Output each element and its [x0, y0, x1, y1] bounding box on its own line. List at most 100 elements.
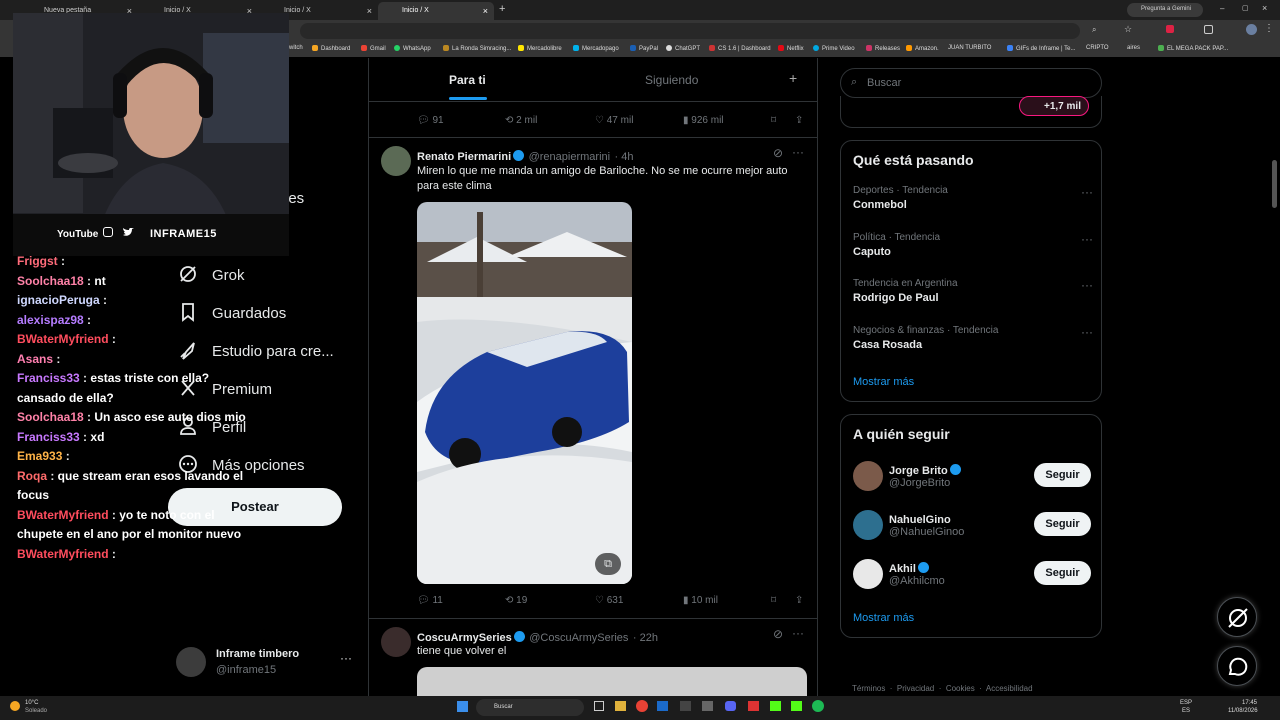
bookmark-item[interactable]: Prime Video [813, 45, 855, 52]
bookmark-item[interactable]: aires [1127, 45, 1140, 51]
grok-icon[interactable]: ⊘ [773, 627, 783, 641]
more-icon[interactable]: ··· [792, 626, 804, 640]
messages-fab[interactable] [1217, 646, 1257, 686]
spotify-icon[interactable] [812, 700, 824, 712]
bookmark-item[interactable]: EL MEGA PACK PAP... [1158, 45, 1228, 52]
zoom-icon[interactable]: ⌕ [1092, 25, 1096, 35]
trend-item[interactable]: Deportes · Tendencia Conmebol ··· [853, 185, 1093, 211]
follow-suggestion[interactable]: Akhil @Akhilcmo Seguir [841, 557, 1103, 597]
footer-link[interactable]: Accesibilidad [986, 684, 1033, 693]
chrome-icon[interactable] [636, 700, 648, 712]
repost-button[interactable]: ⟲ 19 [505, 595, 527, 606]
chat-username[interactable]: Soolchaa18 [17, 274, 84, 288]
grok-icon[interactable]: ⊘ [773, 146, 783, 160]
image-edit-icon[interactable]: ⧉ [595, 553, 621, 575]
app-icon[interactable] [702, 701, 713, 711]
minimize-icon[interactable]: – [1220, 4, 1224, 13]
post-renato[interactable]: Renato Piermarini @renapiermarini · 4h ⊘… [369, 138, 817, 618]
trend-item[interactable]: Política · Tendencia Caputo ··· [853, 232, 1093, 258]
bookmark-item[interactable]: Amazon. [906, 45, 939, 52]
more-icon[interactable]: ··· [1081, 185, 1093, 199]
extensions-icon[interactable] [1204, 25, 1213, 34]
post-image[interactable] [417, 667, 807, 696]
footer-link[interactable]: Cookies [946, 684, 975, 693]
weather-text[interactable]: Soleado [25, 708, 47, 714]
steam-icon[interactable] [657, 701, 668, 711]
post-coscu[interactable]: CoscuArmySeries @CoscuArmySeries · 22h ⊘… [369, 619, 817, 696]
bookmark-item[interactable]: witch [289, 45, 303, 51]
bookmark-item[interactable]: Mercadopago [573, 45, 619, 52]
discord-icon[interactable] [725, 701, 736, 711]
chat-username[interactable]: BWaterMyfriend [17, 547, 109, 561]
repost-button[interactable]: ⟲ 2 mil [505, 115, 537, 126]
chat-username[interactable]: Ema933 [17, 449, 62, 463]
follow-button[interactable]: Seguir [1034, 463, 1091, 487]
scrollbar-thumb[interactable] [1272, 160, 1277, 208]
search-box[interactable]: ⌕ Buscar [840, 68, 1102, 98]
notification-pill[interactable]: +1,7 mil [1019, 96, 1089, 116]
chat-username[interactable]: Franciss33 [17, 430, 80, 444]
lang-indicator[interactable]: ESP [1180, 700, 1192, 706]
more-icon[interactable]: ··· [792, 145, 804, 159]
more-icon[interactable]: ··· [1081, 278, 1093, 292]
footer-link[interactable]: Privacidad [897, 684, 934, 693]
follow-button[interactable]: Seguir [1034, 512, 1091, 536]
bookmark-item[interactable]: WhatsApp [394, 45, 431, 52]
task-view-icon[interactable] [594, 701, 604, 711]
more-icon[interactable]: ··· [1081, 325, 1093, 339]
grok-fab[interactable] [1217, 597, 1257, 637]
app-icon[interactable] [680, 701, 691, 711]
bookmark-item[interactable]: GIFs de Inframe | Te... [1007, 45, 1075, 52]
like-button[interactable]: ♡ 47 mil [595, 115, 633, 126]
close-icon[interactable]: × [367, 6, 372, 16]
bookmark-item[interactable]: Releases [866, 45, 900, 52]
post-image[interactable]: ⧉ [417, 202, 632, 584]
chat-username[interactable]: Roqa [17, 469, 47, 483]
window-close-icon[interactable]: × [1262, 3, 1267, 13]
clock-time[interactable]: 17:45 [1242, 700, 1257, 706]
bookmark-item[interactable]: La Ronda Simracing... [443, 45, 511, 52]
gemini-button[interactable]: Pregunta a Gemini [1127, 3, 1203, 17]
tab-para-ti[interactable]: Para ti [449, 58, 486, 102]
chat-username[interactable]: BWaterMyfriend [17, 508, 109, 522]
star-icon[interactable]: ☆ [1124, 24, 1132, 35]
chat-username[interactable]: alexispaz98 [17, 313, 84, 327]
chat-username[interactable]: Asans [17, 352, 53, 366]
chat-username[interactable]: Friggst [17, 254, 58, 268]
trend-item[interactable]: Negocios & finanzas · Tendencia Casa Ros… [853, 325, 1093, 351]
bookmark-item[interactable]: Mercadolibre [518, 45, 562, 52]
more-icon[interactable]: ··· [340, 651, 352, 665]
start-icon[interactable] [457, 701, 468, 712]
add-tab-icon[interactable]: + [789, 70, 797, 86]
trend-item[interactable]: Tendencia en Argentina Rodrigo De Paul ·… [853, 278, 1093, 304]
follow-suggestion[interactable]: NahuelGino @NahuelGinoo Seguir [841, 508, 1103, 548]
chat-username[interactable]: BWaterMyfriend [17, 332, 109, 346]
footer-link[interactable]: Términos [852, 684, 885, 693]
more-icon[interactable]: ··· [1081, 232, 1093, 246]
bookmark-icon[interactable]: ⌑ [771, 115, 776, 126]
clock-date[interactable]: 11/08/2026 [1228, 708, 1258, 714]
bookmark-item[interactable]: CRIPTO [1086, 45, 1109, 51]
reply-button[interactable]: 💬︎ 91 [417, 115, 444, 126]
share-icon[interactable]: ⇪ [795, 115, 803, 126]
bookmark-item[interactable]: Dashboard [312, 45, 350, 52]
views-button[interactable]: ▮ 926 mil [683, 115, 724, 126]
chat-username[interactable]: ignacioPeruga [17, 293, 100, 307]
file-explorer-icon[interactable] [615, 701, 626, 711]
bookmark-item[interactable]: ChatGPT [666, 45, 700, 52]
close-icon[interactable]: × [483, 6, 488, 16]
bookmark-item[interactable]: PayPal [630, 45, 658, 52]
extension-icon[interactable] [1166, 25, 1174, 33]
bookmark-item[interactable]: JUAN TURBITO [948, 45, 991, 51]
bookmark-item[interactable]: Gmail [361, 45, 386, 52]
tab-inicio-x-active[interactable]: Inicio / X × [378, 2, 494, 20]
chat-username[interactable]: Franciss33 [17, 371, 80, 385]
taskbar-search[interactable]: Buscar [476, 699, 584, 716]
show-more-link[interactable]: Mostrar más [853, 376, 914, 388]
tab-siguiendo[interactable]: Siguiendo [645, 58, 698, 102]
kick-icon[interactable] [770, 701, 781, 711]
url-field[interactable] [300, 23, 1080, 39]
chat-username[interactable]: Soolchaa18 [17, 410, 84, 424]
new-tab-icon[interactable]: + [499, 3, 505, 15]
app-icon[interactable] [748, 701, 759, 711]
